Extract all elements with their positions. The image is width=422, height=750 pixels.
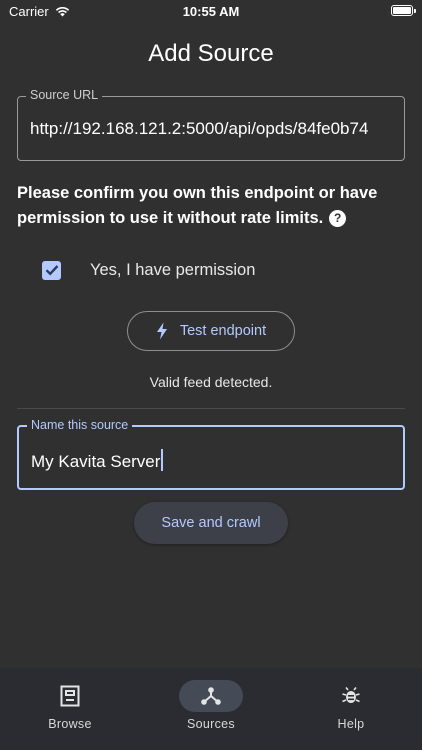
- nav-pill-browse: [38, 680, 102, 712]
- source-name-label: Name this source: [27, 418, 133, 432]
- save-and-crawl-button[interactable]: Save and crawl: [134, 502, 288, 544]
- nav-item-browse[interactable]: Browse: [15, 680, 125, 731]
- sources-icon: [201, 687, 221, 705]
- battery-icon: [391, 5, 416, 16]
- clock: 10:55 AM: [182, 4, 240, 19]
- nav-pill-help: [319, 680, 383, 712]
- checkmark-icon: [45, 265, 58, 276]
- permission-label: Yes, I have permission: [90, 260, 256, 279]
- source-name-field[interactable]: Name this source My Kavita Server: [17, 418, 405, 490]
- source-url-input[interactable]: http://192.168.121.2:5000/api/opds/84fe0…: [30, 119, 394, 139]
- nav-item-help[interactable]: Help: [296, 680, 406, 731]
- lightning-bolt-icon: [156, 322, 167, 340]
- bug-icon: [342, 687, 360, 703]
- status-message: Valid feed detected.: [149, 374, 273, 390]
- text-cursor: [161, 449, 164, 471]
- permission-checkbox[interactable]: [42, 260, 61, 280]
- nav-label-sources: Sources: [187, 717, 235, 731]
- bottom-navigation: Browse Sources Help: [0, 668, 422, 750]
- save-and-crawl-label: Save and crawl: [161, 515, 261, 531]
- nav-pill-sources: [179, 680, 243, 712]
- source-name-input[interactable]: My Kavita Server: [31, 449, 393, 472]
- nav-label-browse: Browse: [48, 717, 92, 731]
- source-url-label: Source URL: [26, 88, 103, 102]
- nav-item-sources[interactable]: Sources: [156, 680, 266, 731]
- nav-label-help: Help: [337, 717, 365, 731]
- source-url-field[interactable]: Source URL http://192.168.121.2:5000/api…: [17, 88, 405, 161]
- status-bar: Carrier 10:55 AM: [0, 0, 422, 24]
- source-name-value: My Kavita Server: [31, 452, 161, 471]
- test-endpoint-label: Test endpoint: [179, 323, 267, 339]
- permission-checkbox-row[interactable]: Yes, I have permission: [42, 256, 255, 284]
- permission-notice: Please confirm you own this endpoint or …: [17, 181, 407, 231]
- test-endpoint-button[interactable]: Test endpoint: [127, 311, 295, 351]
- divider: [17, 408, 405, 409]
- page-title: Add Source: [148, 40, 274, 67]
- help-circle-icon[interactable]: ?: [329, 210, 347, 227]
- permission-notice-text: Please confirm you own this endpoint or …: [17, 184, 378, 227]
- browse-icon: [60, 685, 80, 707]
